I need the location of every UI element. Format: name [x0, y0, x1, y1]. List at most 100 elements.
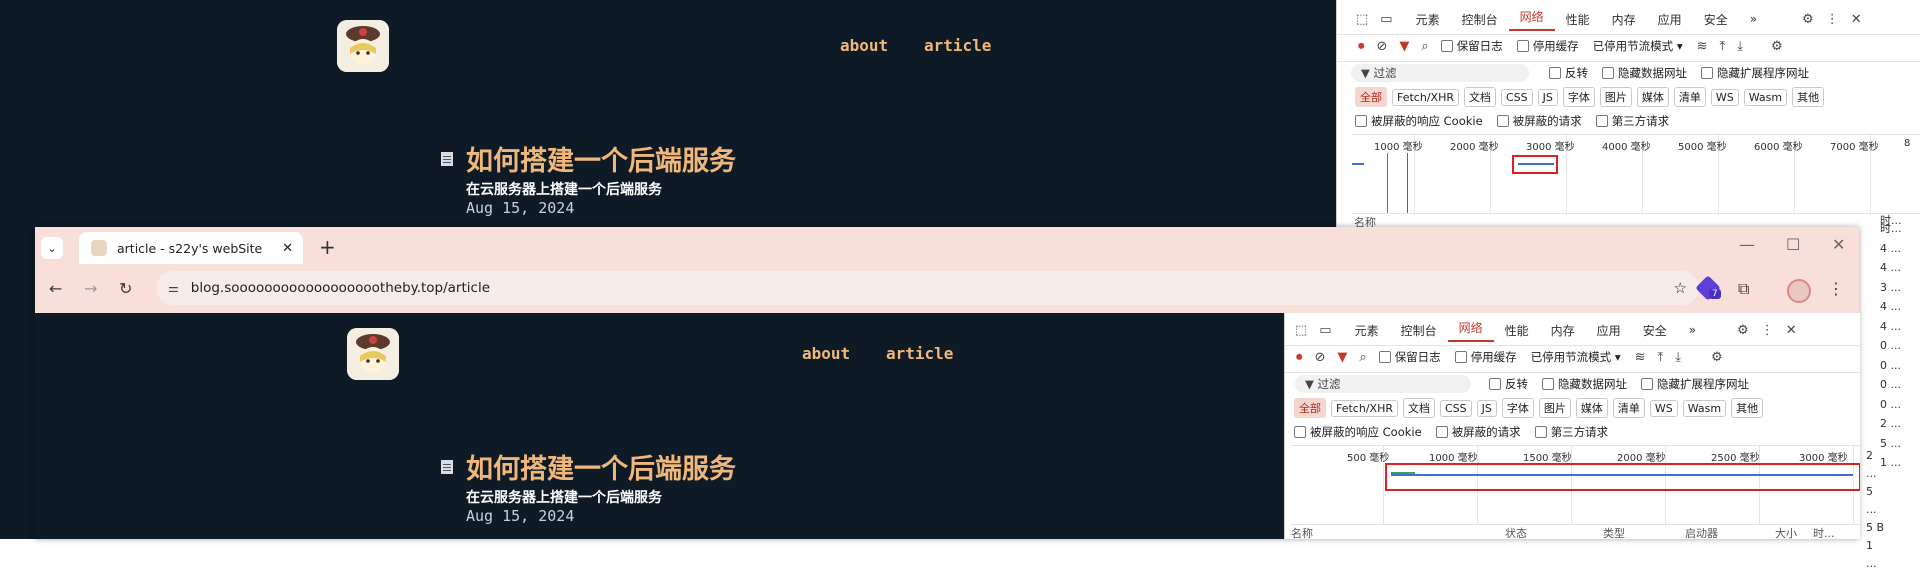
gear-icon[interactable]: ⚙: [1737, 323, 1749, 338]
download-icon[interactable]: ⤓: [1675, 350, 1681, 365]
hide-data-urls-checkbox[interactable]: 隐藏数据网址: [1602, 65, 1687, 81]
blocked-cookies-checkbox[interactable]: 被屏蔽的响应 Cookie: [1355, 113, 1483, 129]
header-size[interactable]: 大小: [1775, 525, 1813, 539]
invert-checkbox[interactable]: 反转: [1549, 65, 1588, 81]
header-initiator[interactable]: 启动器: [1685, 525, 1775, 539]
nav-article[interactable]: article: [886, 344, 953, 363]
type-filter-xhr[interactable]: Fetch/XHR: [1331, 399, 1398, 417]
type-filter-doc[interactable]: 文档: [1463, 87, 1496, 107]
site-avatar[interactable]: [337, 20, 389, 72]
kebab-menu-icon[interactable]: ⋮: [1826, 12, 1839, 27]
type-filter-media[interactable]: 媒体: [1636, 87, 1669, 107]
browser-tab[interactable]: article - s22y's webSite ✕: [79, 232, 303, 264]
device-toolbar-icon[interactable]: ▭: [1319, 323, 1331, 338]
tab-security[interactable]: 安全: [1632, 322, 1678, 339]
post-title[interactable]: 如何搭建一个后端服务: [466, 447, 736, 486]
record-icon[interactable]: ⏺: [1358, 39, 1365, 54]
tab-application[interactable]: 应用: [1647, 11, 1693, 28]
search-icon[interactable]: ⌕: [1421, 39, 1428, 54]
hide-data-urls-checkbox[interactable]: 隐藏数据网址: [1542, 376, 1627, 392]
window-close-icon[interactable]: ✕: [1832, 235, 1845, 254]
gear-icon[interactable]: ⚙: [1802, 12, 1814, 27]
clear-icon[interactable]: ⊘: [1377, 39, 1388, 54]
tab-performance[interactable]: 性能: [1555, 11, 1601, 28]
upload-icon[interactable]: ⤒: [1658, 350, 1664, 365]
bookmark-star-icon[interactable]: ☆: [1674, 279, 1687, 297]
record-icon[interactable]: ⏺: [1296, 350, 1303, 365]
reload-icon[interactable]: ↻: [119, 279, 132, 298]
nav-about[interactable]: about: [802, 344, 850, 363]
nav-about[interactable]: about: [840, 36, 888, 55]
nav-article[interactable]: article: [924, 36, 991, 55]
more-tabs[interactable]: »: [1739, 12, 1768, 26]
preserve-log-checkbox[interactable]: 保留日志: [1440, 38, 1503, 54]
type-filter-wasm[interactable]: Wasm: [1682, 399, 1727, 417]
browser-menu-icon[interactable]: ⋮: [1828, 279, 1844, 298]
blocked-cookies-checkbox[interactable]: 被屏蔽的响应 Cookie: [1294, 424, 1422, 440]
post-title[interactable]: 如何搭建一个后端服务: [466, 139, 736, 178]
inspect-icon[interactable]: ⬚: [1356, 12, 1368, 27]
type-filter-css[interactable]: CSS: [1500, 88, 1533, 106]
type-filter-font[interactable]: 字体: [1501, 398, 1534, 418]
type-filter-img[interactable]: 图片: [1599, 87, 1632, 107]
clear-icon[interactable]: ⊘: [1315, 350, 1326, 365]
address-bar[interactable]: ⚌ blog.sooooooooooooooooootheby.top/arti…: [156, 271, 1699, 305]
network-settings-icon[interactable]: ⚙: [1771, 39, 1783, 54]
site-info-icon[interactable]: ⚌: [168, 281, 179, 295]
new-tab-button[interactable]: +: [319, 235, 336, 259]
tab-security[interactable]: 安全: [1693, 11, 1739, 28]
tab-close-icon[interactable]: ✕: [282, 241, 293, 256]
network-overview[interactable]: 500 毫秒 1000 毫秒 1500 毫秒 2000 毫秒 2500 毫秒 3…: [1291, 445, 1860, 525]
type-filter-other[interactable]: 其他: [1731, 398, 1764, 418]
type-filter-js[interactable]: JS: [1537, 88, 1558, 106]
disable-cache-checkbox[interactable]: 停用缓存: [1516, 38, 1579, 54]
filter-icon[interactable]: ▼: [1399, 39, 1409, 54]
more-tabs[interactable]: »: [1678, 323, 1707, 337]
tab-console[interactable]: 控制台: [1451, 11, 1509, 28]
type-filter-ws[interactable]: WS: [1710, 88, 1739, 106]
type-filter-wasm[interactable]: Wasm: [1743, 88, 1788, 106]
hide-extension-urls-checkbox[interactable]: 隐藏扩展程序网址: [1641, 376, 1749, 392]
site-avatar[interactable]: [347, 328, 399, 380]
network-overview-top[interactable]: 1000 毫秒 2000 毫秒 3000 毫秒 4000 毫秒 5000 毫秒 …: [1352, 134, 1920, 214]
url-text[interactable]: blog.sooooooooooooooooootheby.top/articl…: [191, 280, 1674, 296]
tab-network[interactable]: 网络: [1447, 319, 1494, 342]
header-type[interactable]: 类型: [1603, 525, 1685, 539]
tab-memory[interactable]: 内存: [1540, 322, 1586, 339]
type-filter-other[interactable]: 其他: [1792, 87, 1825, 107]
forward-icon[interactable]: →: [84, 279, 97, 298]
network-settings-icon[interactable]: ⚙: [1711, 350, 1723, 365]
wifi-icon[interactable]: ≋: [1635, 350, 1646, 365]
third-party-checkbox[interactable]: 第三方请求: [1534, 424, 1608, 440]
close-icon[interactable]: ✕: [1786, 323, 1797, 338]
preserve-log-checkbox[interactable]: 保留日志: [1378, 349, 1441, 365]
wifi-icon[interactable]: ≋: [1697, 39, 1708, 54]
hide-extension-urls-checkbox[interactable]: 隐藏扩展程序网址: [1701, 65, 1809, 81]
kebab-menu-icon[interactable]: ⋮: [1761, 323, 1774, 338]
maximize-icon[interactable]: ☐: [1786, 235, 1800, 254]
tab-performance[interactable]: 性能: [1494, 322, 1540, 339]
blocked-requests-checkbox[interactable]: 被屏蔽的请求: [1435, 424, 1521, 440]
profile-avatar[interactable]: [1787, 279, 1811, 303]
upload-icon[interactable]: ⤒: [1720, 39, 1726, 54]
type-filter-js[interactable]: JS: [1476, 399, 1497, 417]
invert-checkbox[interactable]: 反转: [1489, 376, 1528, 392]
filter-input[interactable]: ▼ 过滤: [1351, 64, 1529, 82]
throttle-select[interactable]: 已停用节流模式 ▾: [1593, 38, 1683, 54]
extensions-puzzle-icon[interactable]: ⧉: [1738, 279, 1749, 299]
type-filter-css[interactable]: CSS: [1439, 399, 1472, 417]
disable-cache-checkbox[interactable]: 停用缓存: [1454, 349, 1517, 365]
type-filter-media[interactable]: 媒体: [1575, 398, 1608, 418]
type-filter-font[interactable]: 字体: [1562, 87, 1595, 107]
throttle-select[interactable]: 已停用节流模式 ▾: [1531, 349, 1621, 365]
download-icon[interactable]: ⤓: [1737, 39, 1743, 54]
type-filter-xhr[interactable]: Fetch/XHR: [1392, 88, 1459, 106]
type-filter-manifest[interactable]: 清单: [1673, 87, 1706, 107]
tab-application[interactable]: 应用: [1586, 322, 1632, 339]
header-name[interactable]: 名称: [1291, 525, 1505, 539]
type-filter-ws[interactable]: WS: [1649, 399, 1678, 417]
filter-input[interactable]: ▼ 过滤: [1295, 375, 1471, 393]
search-icon[interactable]: ⌕: [1359, 350, 1366, 365]
device-toolbar-icon[interactable]: ▭: [1380, 12, 1392, 27]
type-filter-manifest[interactable]: 清单: [1612, 398, 1645, 418]
